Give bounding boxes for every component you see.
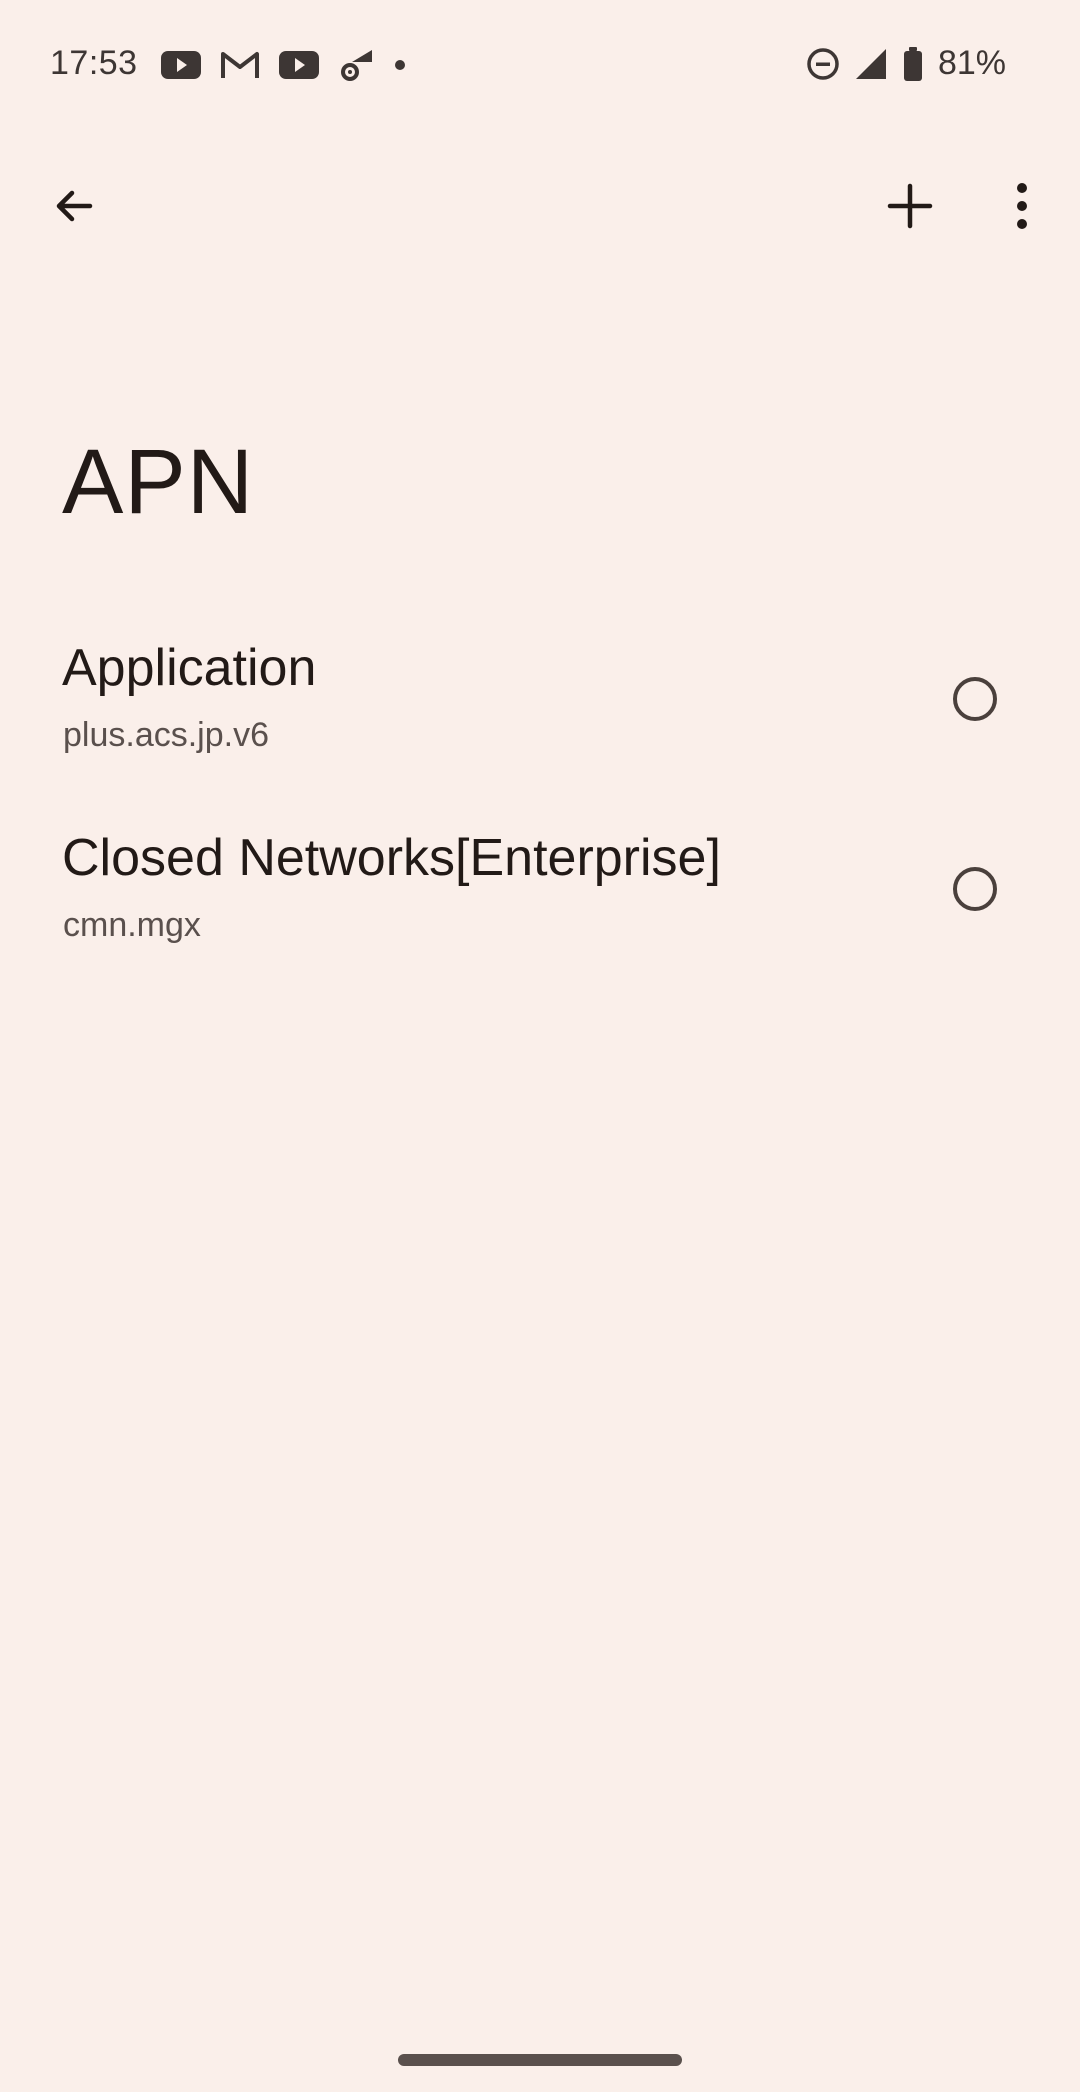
apn-value: cmn.mgx <box>63 906 201 944</box>
do-not-disturb-icon <box>806 47 840 81</box>
system-icons: 81% <box>806 44 1006 83</box>
battery-icon <box>902 46 924 82</box>
status-bar: 17:53 81% <box>0 0 1080 132</box>
cellular-signal-icon <box>854 47 888 81</box>
battery-percent: 81% <box>937 44 1006 82</box>
apn-item-application[interactable]: Application plus.acs.jp.v6 <box>0 620 1080 810</box>
apn-value: plus.acs.jp.v6 <box>63 716 269 754</box>
youtube-icon <box>278 50 320 80</box>
back-button[interactable] <box>26 158 122 254</box>
wifi-settings-icon <box>338 48 374 82</box>
page-title: APN <box>62 431 255 533</box>
youtube-icon <box>160 50 202 80</box>
radio-unchecked-icon <box>953 677 997 721</box>
more-vert-icon <box>1012 182 1032 230</box>
more-options-button[interactable] <box>974 158 1070 254</box>
gmail-icon <box>220 50 260 80</box>
add-apn-button[interactable] <box>862 158 958 254</box>
notification-icons <box>160 48 408 82</box>
app-toolbar <box>0 150 1080 262</box>
apn-list: Application plus.acs.jp.v6 Closed Networ… <box>0 620 1080 1000</box>
apn-name: Closed Networks[Enterprise] <box>62 829 721 887</box>
apn-radio-button[interactable] <box>946 670 1004 728</box>
radio-unchecked-icon <box>953 867 997 911</box>
arrow-back-icon <box>50 182 98 230</box>
apn-item-closed-networks[interactable]: Closed Networks[Enterprise] cmn.mgx <box>0 810 1080 1000</box>
plus-icon <box>886 182 934 230</box>
dot-icon <box>392 57 408 73</box>
gesture-nav-handle[interactable] <box>398 2054 682 2066</box>
apn-name: Application <box>62 639 317 697</box>
status-time: 17:53 <box>50 44 138 82</box>
apn-radio-button[interactable] <box>946 860 1004 918</box>
